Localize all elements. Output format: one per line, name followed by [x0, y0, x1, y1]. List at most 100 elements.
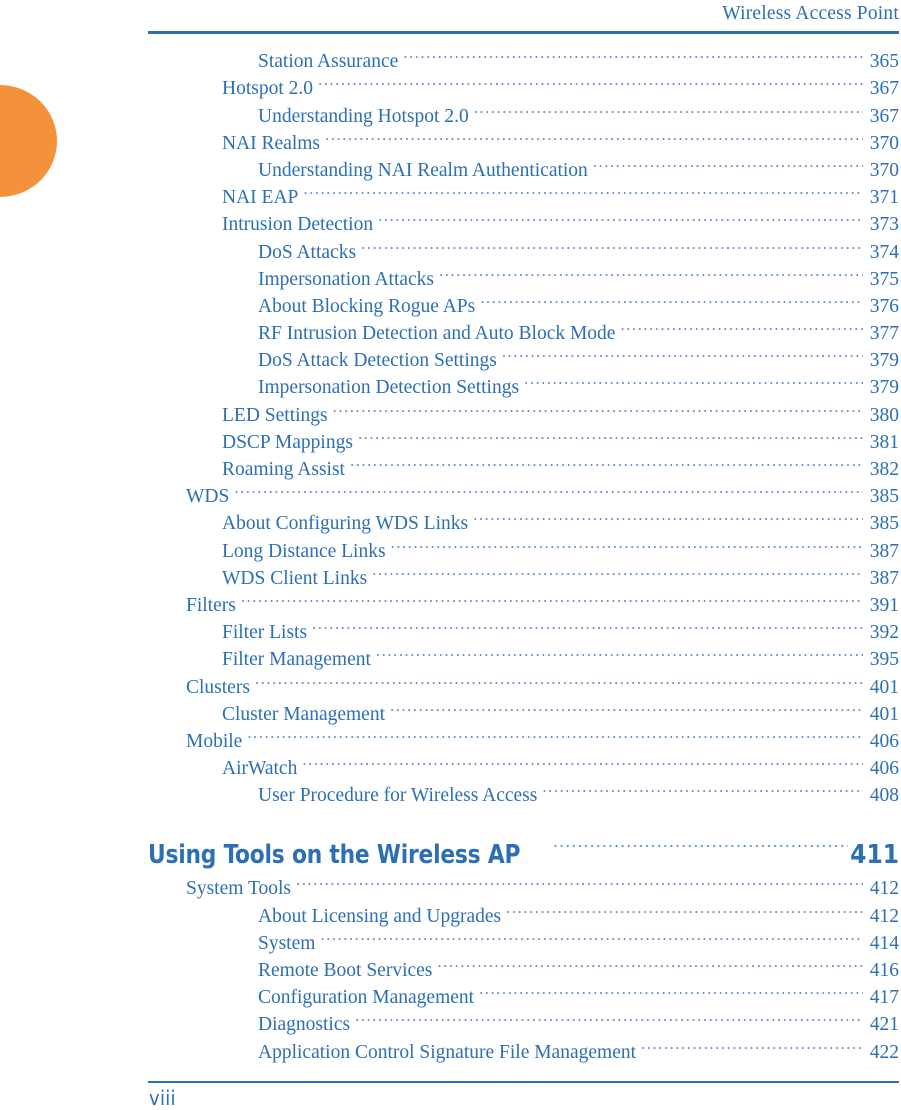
toc-entry[interactable]: Hotspot 2.0 367	[0, 67, 901, 99]
toc-dot-leader	[502, 339, 863, 366]
toc-entry[interactable]: NAI EAP 371	[0, 176, 901, 208]
toc-entry-page-number: 370	[869, 132, 899, 154]
toc-entry-page-number: 367	[869, 78, 899, 100]
toc-entry[interactable]: AirWatch 406	[0, 747, 901, 779]
toc-dot-leader	[358, 421, 863, 448]
toc-entry-title: Clusters	[186, 676, 250, 698]
toc-entry[interactable]: Filters 391	[0, 584, 901, 616]
toc-entry-title: DSCP Mappings	[222, 431, 353, 453]
toc-entry[interactable]: Station Assurance365	[0, 40, 901, 72]
toc-dot-leader	[302, 747, 863, 774]
toc-entry[interactable]: Clusters 401	[0, 665, 901, 698]
toc-entry-page-number: 382	[869, 459, 899, 480]
toc-entry-title: LED Settings	[222, 404, 328, 426]
toc-dot-leader	[361, 230, 863, 257]
toc-entry-page-number: 376	[869, 295, 899, 317]
toc-entry-title: Intrusion Detection	[222, 214, 374, 236]
toc-entry-title: Application Control Signature File Manag…	[258, 1041, 637, 1063]
toc-entry[interactable]: System Tools 412	[0, 867, 901, 899]
toc-entry[interactable]: Diagnostics 421	[0, 1003, 901, 1035]
toc-dot-leader	[506, 894, 863, 921]
toc-entry-page-number: 421	[869, 1014, 899, 1036]
toc-dot-leader	[593, 149, 863, 176]
toc-entry-title: Hotspot 2.0	[222, 78, 314, 100]
toc-entry[interactable]: About Blocking Rogue APs 376	[0, 285, 901, 317]
toc-entry[interactable]: LED Settings 380	[0, 393, 901, 426]
toc-dot-leader	[553, 819, 848, 863]
toc-entry-page-number: 401	[869, 676, 899, 698]
table-of-contents: Station Assurance365Hotspot 2.0367Unders…	[0, 40, 901, 1063]
toc-entry[interactable]: DoS Attacks 374	[0, 230, 901, 263]
toc-entry-page-number: 422	[869, 1041, 899, 1063]
toc-dot-leader	[480, 285, 863, 312]
toc-entry-page-number: 380	[869, 404, 899, 426]
toc-entry[interactable]: System 414	[0, 922, 901, 954]
toc-dot-leader	[473, 502, 863, 529]
page-header: Wireless Access Point	[148, 0, 899, 34]
toc-entry-page-number: 379	[869, 350, 899, 372]
toc-entry[interactable]: Configuration Management417	[0, 976, 901, 1008]
toc-entry-page-number: 377	[869, 323, 899, 345]
toc-entry-page-number: 385	[869, 486, 899, 508]
toc-dot-leader	[372, 557, 863, 584]
toc-entry[interactable]: Intrusion Detection 373	[0, 203, 901, 235]
toc-dot-leader	[542, 774, 863, 801]
toc-entry-page-number: 387	[869, 567, 899, 589]
toc-entry-page-number: 412	[869, 878, 899, 900]
toc-entry[interactable]: About Configuring WDS Links385	[0, 502, 901, 534]
toc-entry-title: WDS	[186, 486, 230, 508]
toc-entry-title: NAI Realms	[222, 132, 321, 154]
footer-divider-rule	[148, 1081, 899, 1083]
toc-entry[interactable]: Understanding NAI Realm Authentication37…	[0, 149, 901, 181]
toc-entry-title: Diagnostics	[258, 1014, 351, 1036]
toc-entry-title: DoS Attacks	[258, 241, 357, 263]
toc-dot-leader	[355, 1003, 863, 1030]
toc-dot-leader	[333, 393, 863, 420]
toc-entry[interactable]: Filter Management395	[0, 638, 901, 670]
toc-dot-leader	[620, 312, 863, 339]
toc-dot-leader	[524, 366, 863, 393]
toc-entry-page-number: 392	[869, 622, 899, 644]
toc-dot-leader	[641, 1030, 863, 1057]
toc-entry[interactable]: Long Distance Links 387	[0, 529, 901, 562]
toc-entry-title: Filter Lists	[222, 622, 308, 644]
toc-entry-title: Mobile	[186, 730, 243, 752]
toc-entry[interactable]: Mobile 406	[0, 720, 901, 752]
toc-entry[interactable]: Application Control Signature File Manag…	[0, 1030, 901, 1063]
toc-entry-title: User Procedure for Wireless Access	[258, 785, 538, 807]
toc-entry[interactable]: NAI Realms 370	[0, 122, 901, 154]
toc-entry-title: AirWatch	[222, 758, 298, 780]
toc-dot-leader	[403, 40, 863, 67]
toc-entry[interactable]: Understanding Hotspot 2.0367	[0, 94, 901, 127]
page-header-title: Wireless Access Point	[722, 3, 899, 24]
toc-entry-page-number: 367	[869, 105, 899, 127]
toc-entry[interactable]: Cluster Management401	[0, 693, 901, 725]
toc-dot-leader	[296, 867, 863, 894]
toc-entry[interactable]: WDS Client Links387	[0, 557, 901, 589]
toc-entry-page-number: 373	[869, 214, 899, 236]
toc-entry[interactable]: Filter Lists 392	[0, 611, 901, 643]
toc-dot-leader	[325, 122, 863, 149]
toc-dot-leader	[479, 976, 863, 1003]
toc-entry-page-number: 391	[869, 594, 899, 616]
toc-chapter-entry[interactable]: Using Tools on the Wireless AP411	[0, 819, 901, 870]
toc-entry[interactable]: User Procedure for Wireless Access 408	[0, 774, 901, 806]
toc-dot-leader	[439, 258, 863, 285]
toc-entry-page-number: 414	[869, 932, 899, 954]
toc-dot-leader	[247, 720, 863, 747]
toc-entry-page-number: 371	[869, 187, 899, 209]
toc-entry[interactable]: Impersonation Attacks 375	[0, 258, 901, 290]
footer-page-number: viii	[149, 1086, 176, 1110]
toc-entry[interactable]: Remote Boot Services 416	[0, 949, 901, 981]
toc-entry-page-number: 375	[869, 268, 899, 290]
toc-dot-leader	[474, 94, 863, 121]
toc-dot-leader	[350, 448, 863, 475]
toc-entry[interactable]: About Licensing and Upgrades412	[0, 894, 901, 927]
toc-entry[interactable]: WDS 385	[0, 475, 901, 507]
toc-entry-page-number: 408	[869, 785, 899, 807]
toc-entry-title: Long Distance Links	[222, 540, 386, 562]
toc-entry[interactable]: Roaming Assist382	[0, 448, 901, 480]
toc-entry-title: NAI EAP	[222, 187, 299, 209]
toc-entry-page-number: 370	[869, 159, 899, 181]
toc-entry[interactable]: DSCP Mappings 381	[0, 421, 901, 453]
